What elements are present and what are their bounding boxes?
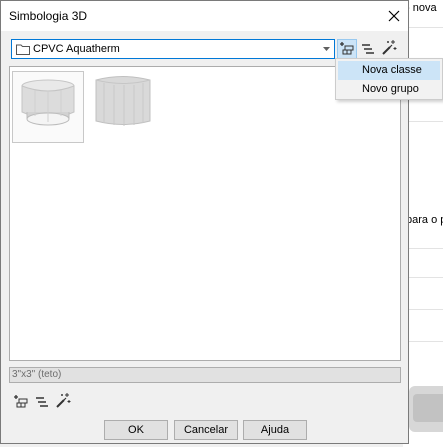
library-combo-value: CPVC Aquatherm	[33, 43, 120, 55]
cancel-button[interactable]: Cancelar	[174, 420, 238, 440]
menu-item-novo-grupo[interactable]: Novo grupo	[338, 80, 440, 99]
symbol-thumbnail-selected[interactable]	[12, 71, 84, 143]
background-divider	[403, 309, 443, 310]
list-icon	[36, 397, 48, 407]
new-class-icon	[14, 395, 28, 408]
status-bar: 3"x3" (teto)	[9, 367, 401, 383]
list-icon	[362, 44, 374, 54]
library-combo[interactable]: CPVC Aquatherm	[11, 39, 335, 59]
close-button[interactable]	[381, 4, 407, 28]
magic-wand-icon	[56, 393, 71, 408]
background-thumbnail	[409, 386, 443, 432]
background-divider	[403, 277, 443, 278]
close-icon	[388, 10, 400, 22]
folder-icon	[16, 44, 30, 55]
title-bar: Simbologia 3D	[1, 1, 408, 31]
chevron-down-icon	[322, 47, 330, 51]
background-divider	[403, 341, 443, 342]
combo-arrow-button[interactable]	[317, 40, 334, 58]
menu-item-nova-classe[interactable]: Nova classe	[338, 61, 440, 80]
magic-wand-icon	[382, 40, 397, 55]
list-button[interactable]	[358, 39, 378, 59]
magic-wand-button-bottom[interactable]	[53, 391, 73, 411]
fitting-octagonal-icon	[95, 76, 151, 126]
new-item-dropdown-menu: Nova classe Novo grupo	[335, 58, 443, 100]
list-button-bottom[interactable]	[32, 392, 52, 412]
fitting-cap-icon	[21, 79, 75, 126]
new-class-button-bottom[interactable]	[11, 392, 31, 412]
background-divider	[403, 27, 443, 28]
ok-button[interactable]: OK	[104, 420, 168, 440]
background-divider	[403, 121, 443, 122]
help-button[interactable]: Ajuda	[243, 420, 307, 440]
symbol-thumbnail[interactable]	[88, 71, 160, 143]
symbol-gallery[interactable]	[9, 66, 401, 361]
new-class-icon	[340, 42, 354, 55]
background-text-mid: para o p	[406, 214, 443, 226]
dialog-title: Simbologia 3D	[9, 9, 88, 23]
new-class-button[interactable]	[337, 39, 357, 59]
magic-wand-button[interactable]	[379, 38, 399, 58]
background-text-top: - nova	[406, 2, 437, 14]
background-divider	[403, 248, 443, 249]
